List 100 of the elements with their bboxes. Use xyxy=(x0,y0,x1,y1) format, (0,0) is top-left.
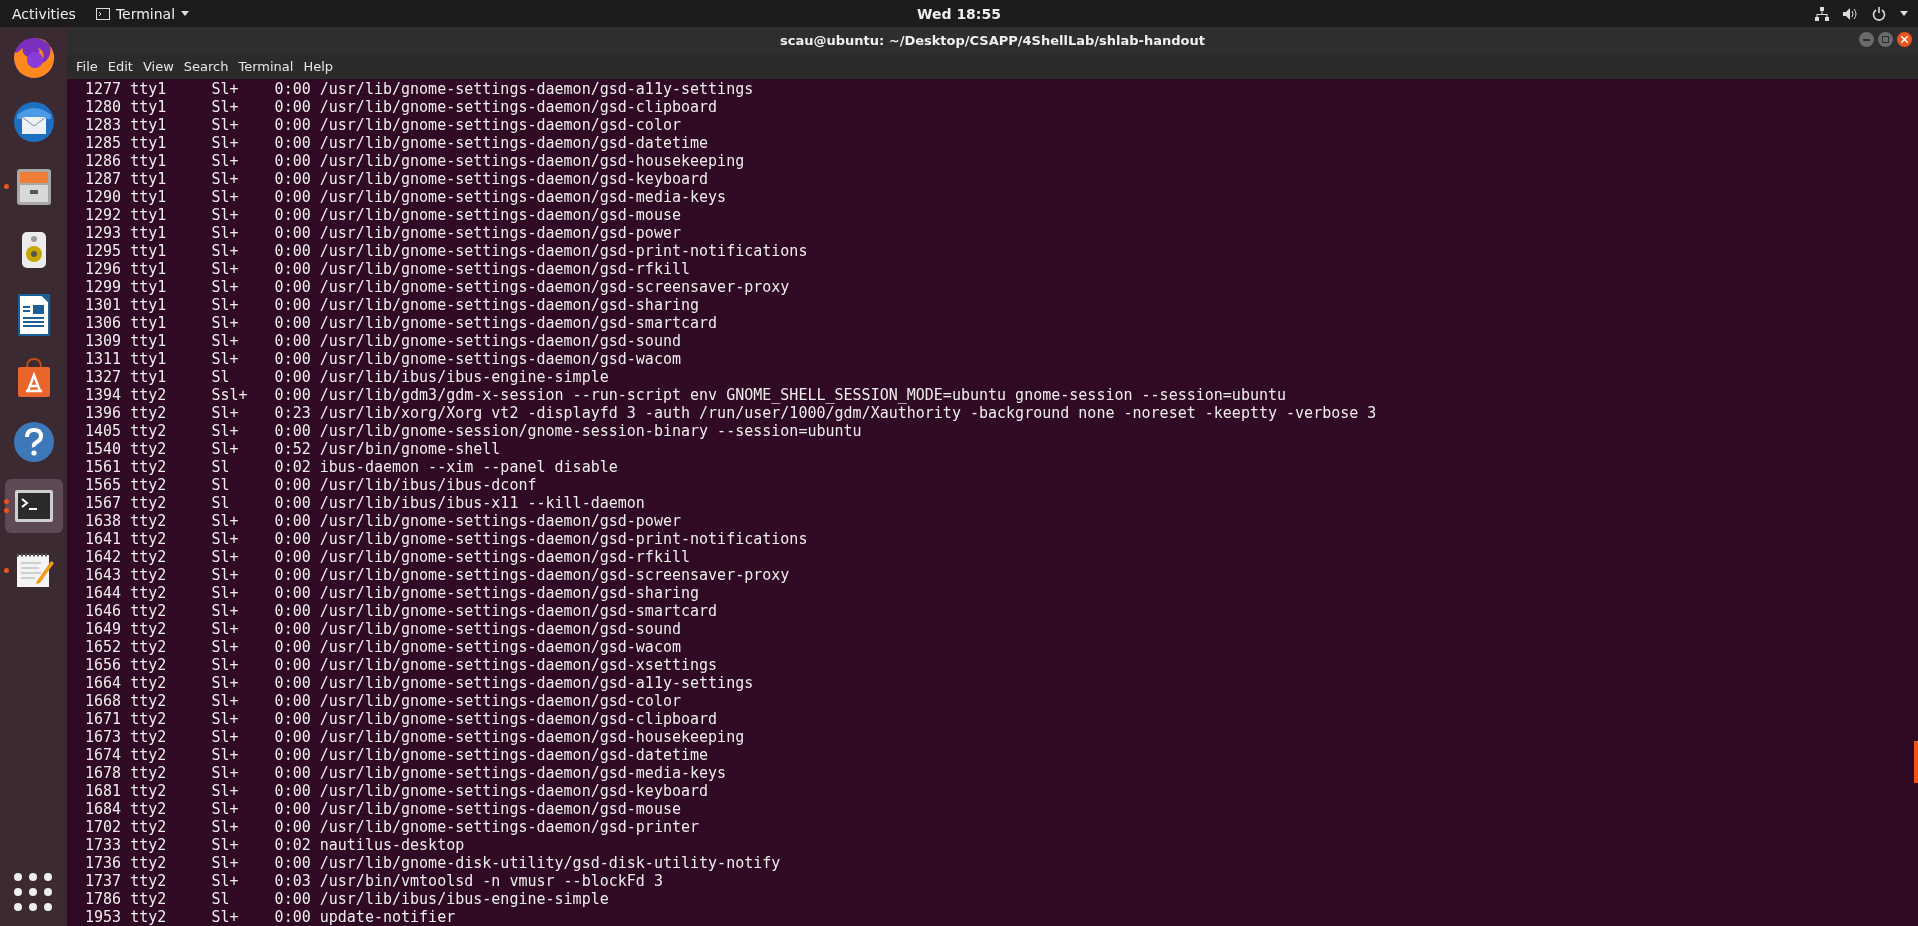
stat-text: Sl+ xyxy=(211,512,239,530)
minimize-icon xyxy=(1863,38,1870,41)
stat-text: Ssl+ xyxy=(211,386,248,404)
tty-text: tty2 xyxy=(130,548,167,566)
stat-text: Sl xyxy=(211,458,230,476)
clock[interactable]: Wed 18:55 xyxy=(911,4,1007,23)
stat-text: Sl+ xyxy=(211,872,239,890)
close-button[interactable] xyxy=(1897,32,1912,47)
stat-text: Sl+ xyxy=(211,170,239,188)
tty-text: tty2 xyxy=(130,494,167,512)
tty-text: tty2 xyxy=(130,422,167,440)
stat-text: Sl+ xyxy=(211,746,239,764)
pid-text: 1643 xyxy=(85,566,122,584)
tty-text: tty1 xyxy=(130,350,167,368)
time-text: 0:00 xyxy=(274,746,311,764)
pid-text: 1396 xyxy=(85,404,122,422)
network-icon[interactable] xyxy=(1815,6,1829,21)
tty-text: tty2 xyxy=(130,638,167,656)
tty-text: tty2 xyxy=(130,620,167,638)
stat-text: Sl+ xyxy=(211,692,239,710)
time-text: 0:00 xyxy=(274,494,311,512)
time-text: 0:00 xyxy=(274,710,311,728)
command-text: /usr/lib/ibus/ibus-engine-simple xyxy=(319,890,609,908)
command-text: /usr/lib/gnome-settings-daemon/gsd-power xyxy=(319,512,681,530)
minimize-button[interactable] xyxy=(1859,32,1874,47)
stat-text: Sl+ xyxy=(211,728,239,746)
time-text: 0:00 xyxy=(274,368,311,386)
pid-text: 1646 xyxy=(85,602,122,620)
command-text: /usr/lib/gnome-settings-daemon/gsd-keyboard xyxy=(319,170,709,188)
pid-text: 1286 xyxy=(85,152,122,170)
time-text: 0:00 xyxy=(274,206,311,224)
tty-text: tty2 xyxy=(130,872,167,890)
terminal-icon xyxy=(95,7,110,20)
pid-text: 1674 xyxy=(85,746,122,764)
caret-icon[interactable] xyxy=(1900,11,1908,16)
pid-text: 1295 xyxy=(85,242,122,260)
stat-text: Sl+ xyxy=(211,584,239,602)
time-text: 0:00 xyxy=(274,908,311,926)
command-text: /usr/lib/gnome-settings-daemon/gsd-print-notifications xyxy=(319,242,808,260)
stat-text: Sl+ xyxy=(211,566,239,584)
caret-icon xyxy=(181,11,190,16)
pid-text: 1306 xyxy=(85,314,122,332)
pid-text: 1561 xyxy=(85,458,122,476)
activities-button[interactable]: Activities xyxy=(0,5,88,22)
time-text: 0:00 xyxy=(274,854,311,872)
command-text: ibus-daemon --xim --panel disable xyxy=(319,458,618,476)
command-text: /usr/lib/gnome-settings-daemon/gsd-rfkill xyxy=(319,548,690,566)
pid-text: 1638 xyxy=(85,512,122,530)
time-text: 0:52 xyxy=(274,440,311,458)
tty-text: tty2 xyxy=(130,530,167,548)
pid-text: 1644 xyxy=(85,584,122,602)
menu-item[interactable]: Help xyxy=(298,59,339,74)
time-text: 0:03 xyxy=(274,872,311,890)
time-text: 0:00 xyxy=(274,296,311,314)
time-text: 0:00 xyxy=(274,800,311,818)
command-text: /usr/lib/gnome-settings-daemon/gsd-print-notifications xyxy=(319,530,808,548)
menu-item[interactable]: View xyxy=(137,59,179,74)
tty-text: tty2 xyxy=(130,908,167,926)
command-text: /usr/lib/gdm3/gdm-x-session --run-script env GNOME_SHELL_SESSION_MODE=ubuntu gnome-session --session=ubuntu xyxy=(319,386,1287,404)
app-menu[interactable]: Terminal xyxy=(95,5,190,22)
command-text: update-notifier xyxy=(319,908,456,926)
command-text: /usr/lib/gnome-settings-daemon/gsd-media-keys xyxy=(319,188,727,206)
pid-text: 1292 xyxy=(85,206,122,224)
stat-text: Sl+ xyxy=(211,260,239,278)
tty-text: tty2 xyxy=(130,854,167,872)
menu-item[interactable]: Edit xyxy=(102,59,138,74)
time-text: 0:00 xyxy=(274,242,311,260)
tty-text: tty1 xyxy=(130,98,167,116)
stat-text: Sl+ xyxy=(211,908,239,926)
tty-text: tty2 xyxy=(130,836,167,854)
tty-text: tty2 xyxy=(130,566,167,584)
command-text: /usr/lib/gnome-settings-daemon/gsd-media-keys xyxy=(319,764,727,782)
command-text: /usr/lib/gnome-settings-daemon/gsd-sharing xyxy=(319,584,700,602)
power-icon[interactable] xyxy=(1872,6,1886,21)
pid-text: 1567 xyxy=(85,494,122,512)
tty-text: tty1 xyxy=(130,152,167,170)
tty-text: tty1 xyxy=(130,296,167,314)
stat-text: Sl+ xyxy=(211,152,239,170)
menu-item[interactable]: Search xyxy=(178,59,234,74)
time-text: 0:00 xyxy=(274,764,311,782)
pid-text: 1671 xyxy=(85,710,122,728)
stat-text: Sl+ xyxy=(211,602,239,620)
volume-icon[interactable] xyxy=(1843,6,1858,21)
pid-text: 1656 xyxy=(85,656,122,674)
command-text: /usr/lib/gnome-settings-daemon/gsd-clipboard xyxy=(319,710,718,728)
menu-item[interactable]: Terminal xyxy=(233,59,299,74)
tty-text: tty2 xyxy=(130,584,167,602)
command-text: /usr/lib/gnome-settings-daemon/gsd-mouse xyxy=(319,800,681,818)
pid-text: 1309 xyxy=(85,332,122,350)
time-text: 0:00 xyxy=(274,512,311,530)
command-text: /usr/lib/gnome-settings-daemon/gsd-sharing xyxy=(319,296,700,314)
menu-item[interactable]: File xyxy=(71,59,103,74)
command-text: /usr/lib/gnome-session/gnome-session-binary --session=ubuntu xyxy=(319,422,862,440)
pid-text: 1642 xyxy=(85,548,122,566)
window-title: scau@ubuntu: ~/Desktop/CSAPP/4ShellLab/shlab-handout xyxy=(780,33,1205,48)
stat-text: Sl+ xyxy=(211,818,239,836)
stat-text: Sl+ xyxy=(211,440,239,458)
stat-text: Sl+ xyxy=(211,98,239,116)
time-text: 0:00 xyxy=(274,728,311,746)
dock-item[interactable] xyxy=(4,479,63,533)
